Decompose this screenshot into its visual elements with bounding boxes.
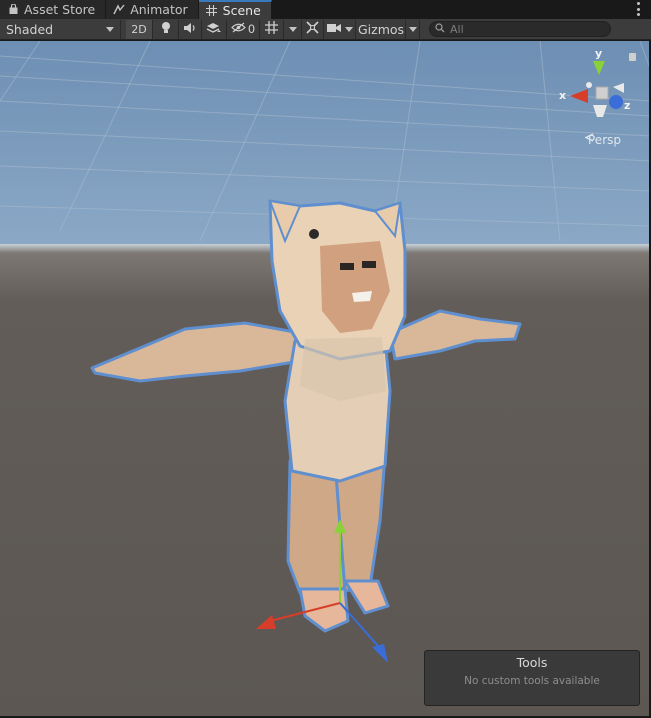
scene-viewport[interactable]: y x z Persp Tools No custom tools availa… xyxy=(0,41,651,718)
search-input[interactable] xyxy=(450,22,600,36)
grid-options-dropdown[interactable] xyxy=(284,19,302,39)
gizmos-dropdown[interactable] xyxy=(406,19,420,39)
toggle-2d-button[interactable]: 2D xyxy=(126,19,153,39)
tab-animator[interactable]: Animator xyxy=(106,0,199,19)
scene-effects-button[interactable] xyxy=(202,19,227,39)
window-tab-bar: Asset Store Animator Scene xyxy=(0,0,651,19)
animator-icon xyxy=(113,3,125,16)
search-icon xyxy=(435,22,445,36)
projection-toggle[interactable]: Persp xyxy=(585,133,621,147)
gizmos-button[interactable]: Gizmos xyxy=(356,19,406,39)
toggle-2d-label: 2D xyxy=(131,22,147,36)
scene-lighting-button[interactable] xyxy=(153,19,179,39)
eye-slash-icon xyxy=(230,22,246,36)
hidden-objects-toggle[interactable]: 0 xyxy=(227,19,260,39)
layers-icon xyxy=(206,22,222,37)
camera-settings-dropdown[interactable] xyxy=(324,19,356,39)
scene-search-field[interactable] xyxy=(429,21,611,37)
grid-visibility-button[interactable] xyxy=(260,19,284,39)
gizmo-axis-label-z: z xyxy=(624,99,631,112)
hidden-objects-count: 0 xyxy=(247,22,256,36)
more-options-icon[interactable] xyxy=(633,2,643,16)
component-tools-button[interactable] xyxy=(302,19,324,39)
grid-hash-icon xyxy=(265,21,278,37)
chevron-down-icon xyxy=(408,26,417,32)
scene-toolbar: Shaded 2D 0 Gizmos All xyxy=(0,19,651,40)
speaker-icon xyxy=(183,22,197,37)
tools-overlay: Tools No custom tools available xyxy=(424,650,640,706)
tab-scene-label: Scene xyxy=(222,3,261,18)
tab-animator-label: Animator xyxy=(130,2,188,17)
chevron-down-icon xyxy=(106,26,114,32)
tools-cross-icon xyxy=(306,21,319,37)
chevron-down-icon xyxy=(288,26,297,32)
shading-mode-dropdown[interactable]: Shaded xyxy=(0,19,121,39)
lightbulb-icon xyxy=(160,21,172,37)
tools-overlay-title: Tools xyxy=(516,655,548,670)
gizmos-label: Gizmos xyxy=(358,21,405,37)
lock-icon[interactable] xyxy=(629,53,636,61)
tab-scene[interactable]: Scene xyxy=(198,0,272,19)
tools-overlay-message: No custom tools available xyxy=(464,675,600,687)
orientation-gizmo[interactable] xyxy=(0,41,651,718)
tab-asset-store-label: Asset Store xyxy=(24,2,96,17)
gizmo-axis-label-y: y xyxy=(595,47,603,60)
gizmo-axis-label-x: x xyxy=(559,89,567,102)
chevron-down-icon xyxy=(344,26,353,32)
scene-audio-button[interactable] xyxy=(179,19,202,39)
shading-mode-value: Shaded xyxy=(6,21,54,37)
shopping-bag-icon xyxy=(7,4,19,16)
tab-asset-store[interactable]: Asset Store xyxy=(0,0,107,19)
camera-icon xyxy=(326,22,341,36)
grid-icon xyxy=(206,5,218,17)
